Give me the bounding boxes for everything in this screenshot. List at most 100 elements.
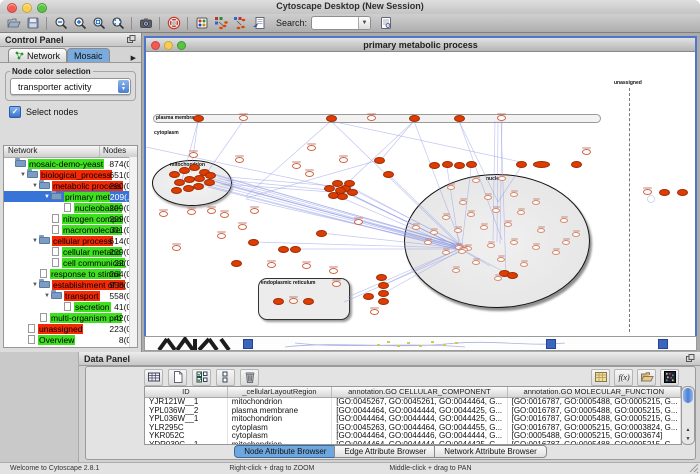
network-node[interactable] bbox=[659, 189, 670, 196]
table-cell[interactable]: cytoplasm bbox=[228, 432, 332, 441]
tree-row[interactable]: nitrogen compo209(0) bbox=[4, 213, 137, 224]
network-node-small[interactable] bbox=[424, 240, 432, 245]
zoom-fit-icon[interactable] bbox=[108, 15, 127, 32]
table-cell[interactable]: YJR121W__1 bbox=[145, 398, 228, 407]
create-attribute-table-icon[interactable] bbox=[591, 369, 610, 386]
table-column-header[interactable]: annotation.GO CELLULAR_COMPONENT bbox=[332, 387, 507, 397]
table-cell[interactable]: YKR052C bbox=[145, 432, 228, 441]
network-frame-titlebar[interactable]: primary metabolic process bbox=[146, 38, 695, 52]
network-node[interactable] bbox=[409, 115, 420, 122]
tree-header-network[interactable]: Network bbox=[4, 146, 100, 157]
tree-row[interactable]: ▼biological_process651(0) bbox=[4, 169, 137, 180]
network-node-small[interactable] bbox=[572, 232, 580, 237]
plasma-membrane-region[interactable] bbox=[153, 114, 601, 123]
network-node[interactable] bbox=[169, 171, 180, 178]
zoom-out-icon[interactable] bbox=[51, 15, 70, 32]
network-node[interactable] bbox=[205, 172, 216, 179]
table-cell[interactable]: mitochondrion bbox=[228, 398, 332, 407]
open-session-icon[interactable] bbox=[4, 15, 23, 32]
network-node-small[interactable] bbox=[289, 298, 298, 304]
network-node[interactable] bbox=[571, 161, 582, 168]
network-node[interactable] bbox=[516, 161, 527, 168]
table-row[interactable]: YPL036W__2plasma membrane[GO:0044464, GO… bbox=[145, 407, 681, 416]
network-node-small[interactable] bbox=[238, 224, 247, 230]
table-cell[interactable]: mitochondrion bbox=[228, 415, 332, 424]
tree-row[interactable]: cellular metabo209(0) bbox=[4, 246, 137, 257]
mosaic-apply-layout-icon[interactable] bbox=[211, 15, 230, 32]
network-node-small[interactable] bbox=[447, 185, 455, 190]
table-cell[interactable]: [GO:0045267, GO:0045261, GO:0044464, G..… bbox=[332, 398, 507, 407]
table-cell[interactable]: plasma membrane bbox=[228, 407, 332, 416]
network-node-small[interactable] bbox=[472, 178, 480, 183]
network-node[interactable] bbox=[376, 274, 387, 281]
network-node-small[interactable] bbox=[454, 228, 462, 233]
network-node[interactable] bbox=[429, 162, 440, 169]
network-node-small[interactable] bbox=[307, 145, 316, 151]
table-row[interactable]: YJR121W__1mitochondrion[GO:0045267, GO:0… bbox=[145, 398, 681, 407]
network-node[interactable] bbox=[303, 298, 314, 305]
network-canvas[interactable]: plasma membrane cytoplasm mitochondrion … bbox=[146, 52, 695, 339]
network-node-small[interactable] bbox=[452, 268, 460, 273]
network-node-small[interactable] bbox=[250, 208, 259, 214]
network-node-small[interactable] bbox=[442, 250, 450, 255]
matrix-view-icon[interactable] bbox=[660, 369, 679, 386]
network-node[interactable] bbox=[378, 290, 389, 297]
network-node[interactable] bbox=[273, 298, 284, 305]
tab-mosaic[interactable]: Mosaic bbox=[67, 48, 110, 62]
network-node[interactable] bbox=[347, 189, 358, 196]
network-node[interactable] bbox=[507, 272, 518, 279]
mosaic-node-colors-icon[interactable] bbox=[192, 15, 211, 32]
scroll-up-icon[interactable]: ▲ bbox=[682, 426, 694, 435]
network-node-small[interactable] bbox=[517, 210, 525, 215]
save-session-icon[interactable] bbox=[23, 15, 42, 32]
table-cell[interactable]: [GO:0045263, GO:0044464, GO:0044455, G..… bbox=[332, 424, 507, 433]
zoom-selected-region-icon[interactable] bbox=[89, 15, 108, 32]
frame-minimize-button[interactable] bbox=[164, 41, 173, 50]
network-node-small[interactable] bbox=[220, 212, 229, 218]
network-node-small[interactable] bbox=[239, 115, 248, 121]
network-node-small[interactable] bbox=[497, 257, 505, 262]
network-node[interactable] bbox=[231, 260, 242, 267]
network-node[interactable] bbox=[378, 282, 389, 289]
network-node[interactable] bbox=[326, 115, 337, 122]
network-node[interactable] bbox=[248, 239, 259, 246]
network-node-small[interactable] bbox=[159, 211, 168, 217]
network-node[interactable] bbox=[335, 187, 346, 194]
network-node[interactable] bbox=[533, 161, 550, 168]
network-node[interactable] bbox=[677, 189, 688, 196]
tab-overflow-arrow-icon[interactable]: ▶ bbox=[129, 54, 138, 62]
network-node-small[interactable] bbox=[504, 222, 512, 227]
network-node[interactable] bbox=[378, 298, 389, 305]
network-node[interactable] bbox=[204, 179, 215, 186]
tree-row[interactable]: ▼metabolic process280(0) bbox=[4, 180, 137, 191]
table-column-header[interactable]: annotation.GO MOLECULAR_FUNCTION bbox=[508, 387, 681, 397]
network-node[interactable] bbox=[383, 171, 394, 178]
network-node-small[interactable] bbox=[643, 189, 652, 195]
network-node-small[interactable] bbox=[562, 240, 570, 245]
float-panel-icon[interactable] bbox=[127, 35, 136, 44]
resize-grip-icon[interactable] bbox=[689, 463, 699, 473]
table-cell[interactable]: [GO:0016787, GO:0005215, GO:0003824, G..… bbox=[508, 424, 681, 433]
network-node-small[interactable] bbox=[582, 149, 591, 155]
network-node-small[interactable] bbox=[187, 209, 196, 215]
mosaic-restore-layout-icon[interactable] bbox=[230, 15, 249, 32]
network-node-small[interactable] bbox=[498, 176, 506, 181]
network-node-small[interactable] bbox=[207, 208, 216, 214]
network-node[interactable] bbox=[278, 246, 289, 253]
network-node[interactable] bbox=[193, 115, 204, 122]
network-node[interactable] bbox=[466, 161, 477, 168]
table-cell[interactable]: [GO:0044464, GO:0044444, GO:0044425, G..… bbox=[332, 415, 507, 424]
frame-close-button[interactable] bbox=[151, 41, 160, 50]
tree-row[interactable]: macromolecule311(0) bbox=[4, 224, 137, 235]
tree-row[interactable]: Overview8(0) bbox=[4, 334, 137, 345]
network-node-small[interactable] bbox=[354, 219, 363, 225]
network-node-small[interactable] bbox=[532, 245, 540, 250]
tree-row[interactable]: nucleobase-209(0) bbox=[4, 202, 137, 213]
table-cell[interactable]: [GO:0016787, GO:0005488, GO:0005215, G..… bbox=[508, 398, 681, 407]
network-node-small[interactable] bbox=[459, 200, 467, 205]
network-node-small[interactable] bbox=[480, 225, 488, 230]
import-attributes-icon[interactable] bbox=[637, 369, 656, 386]
network-node-small[interactable] bbox=[458, 249, 466, 254]
tree-row[interactable]: ▼primary metabo209(... bbox=[4, 191, 137, 202]
select-nodes-checkbox[interactable]: ✓ bbox=[9, 106, 21, 118]
